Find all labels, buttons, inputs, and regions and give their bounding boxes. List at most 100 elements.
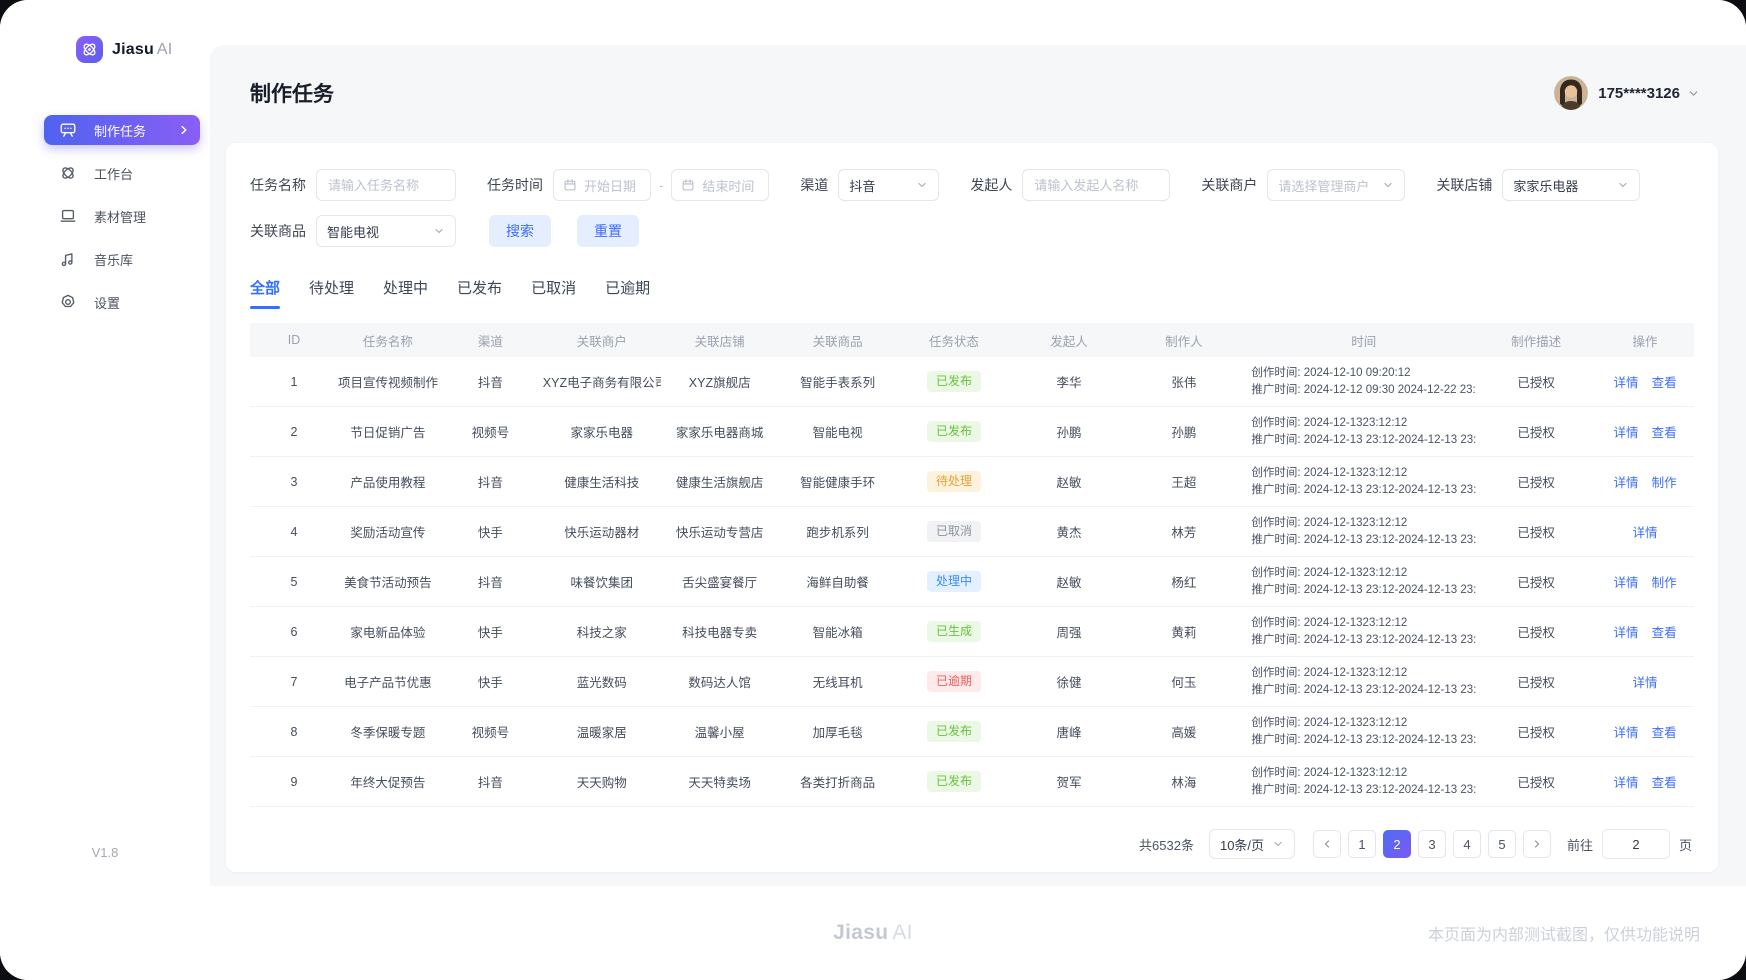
cell-time: 创作时间: 2024-12-1323:12:12推广时间: 2024-12-13… bbox=[1241, 565, 1476, 599]
material-icon bbox=[58, 206, 78, 226]
cell-product: 智能冰箱 bbox=[779, 622, 897, 641]
tab-待处理[interactable]: 待处理 bbox=[309, 277, 354, 309]
cell-name: 奖励活动宣传 bbox=[338, 522, 438, 541]
cell-status: 已发布 bbox=[897, 721, 1012, 743]
column-header: 操作 bbox=[1596, 331, 1694, 350]
product-select[interactable]: 智能电视 bbox=[316, 215, 456, 247]
action-link-查看[interactable]: 查看 bbox=[1652, 776, 1677, 790]
action-link-查看[interactable]: 查看 bbox=[1652, 726, 1677, 740]
action-link-详情[interactable]: 详情 bbox=[1633, 526, 1658, 540]
page-button-2[interactable]: 2 bbox=[1383, 830, 1411, 858]
action-link-详情[interactable]: 详情 bbox=[1614, 576, 1639, 590]
main-row: JiasuAI 制作任务工作台素材管理音乐库设置 V1.8 制作任务 bbox=[0, 0, 1746, 886]
cell-product: 各类打折商品 bbox=[779, 772, 897, 791]
chevron-down-icon bbox=[1272, 838, 1284, 850]
sidebar-item-工作台[interactable]: 工作台 bbox=[44, 158, 200, 188]
cell-maker: 杨红 bbox=[1126, 572, 1241, 591]
cell-time: 创作时间: 2024-12-1323:12:12推广时间: 2024-12-13… bbox=[1241, 415, 1476, 449]
tab-已逾期[interactable]: 已逾期 bbox=[605, 277, 650, 309]
action-link-详情[interactable]: 详情 bbox=[1614, 376, 1639, 390]
action-link-详情[interactable]: 详情 bbox=[1614, 476, 1639, 490]
cell-name: 冬季保暖专题 bbox=[338, 722, 438, 741]
sidebar-item-制作任务[interactable]: 制作任务 bbox=[44, 115, 200, 145]
page-button-1[interactable]: 1 bbox=[1348, 830, 1376, 858]
action-link-制作[interactable]: 制作 bbox=[1652, 576, 1677, 590]
cell-desc: 已授权 bbox=[1476, 472, 1596, 491]
merchant-label: 关联商户 bbox=[1201, 175, 1257, 195]
action-link-查看[interactable]: 查看 bbox=[1652, 626, 1677, 640]
goto-page-input[interactable] bbox=[1602, 829, 1670, 859]
cell-channel: 视频号 bbox=[438, 422, 543, 441]
column-header: 任务名称 bbox=[338, 331, 438, 350]
merchant-select[interactable]: 请选择管理商户 bbox=[1267, 169, 1405, 201]
cell-name: 产品使用教程 bbox=[338, 472, 438, 491]
filter-initiator: 发起人 bbox=[970, 169, 1170, 201]
column-header: 关联店铺 bbox=[661, 331, 779, 350]
status-badge: 已发布 bbox=[927, 721, 981, 743]
action-link-查看[interactable]: 查看 bbox=[1652, 376, 1677, 390]
end-date-picker[interactable]: 结束时间 bbox=[671, 169, 769, 201]
table-row: 7电子产品节优惠快手蓝光数码数码达人馆无线耳机已逾期徐健何玉创作时间: 2024… bbox=[250, 657, 1694, 707]
cell-desc: 已授权 bbox=[1476, 772, 1596, 791]
initiator-input[interactable] bbox=[1022, 169, 1170, 201]
sidebar-item-label: 素材管理 bbox=[94, 207, 146, 226]
column-header: 制作人 bbox=[1126, 331, 1241, 350]
column-header: 关联商品 bbox=[779, 331, 897, 350]
tab-处理中[interactable]: 处理中 bbox=[383, 277, 428, 309]
tab-已取消[interactable]: 已取消 bbox=[531, 277, 576, 309]
cell-init: 贺军 bbox=[1011, 772, 1126, 791]
action-link-详情[interactable]: 详情 bbox=[1614, 776, 1639, 790]
cell-shop: 家家乐电器商城 bbox=[661, 422, 779, 441]
chevron-down-icon bbox=[433, 225, 445, 237]
sidebar-item-label: 设置 bbox=[94, 293, 120, 312]
cell-maker: 林芳 bbox=[1126, 522, 1241, 541]
search-button[interactable]: 搜索 bbox=[489, 215, 551, 247]
cell-id: 1 bbox=[250, 375, 338, 389]
shop-select[interactable]: 家家乐电器 bbox=[1502, 169, 1640, 201]
table-header: ID任务名称渠道关联商户关联店铺关联商品任务状态发起人制作人时间制作描述操作 bbox=[250, 323, 1694, 357]
cell-name: 电子产品节优惠 bbox=[338, 672, 438, 691]
create-time: 创作时间: 2024-12-1323:12:12 bbox=[1251, 465, 1476, 482]
channel-select[interactable]: 抖音 bbox=[838, 169, 939, 201]
cell-id: 6 bbox=[250, 625, 338, 639]
action-link-详情[interactable]: 详情 bbox=[1614, 626, 1639, 640]
page-button-3[interactable]: 3 bbox=[1418, 830, 1446, 858]
filter-task-name: 任务名称 bbox=[250, 169, 456, 201]
cell-init: 黄杰 bbox=[1011, 522, 1126, 541]
action-link-详情[interactable]: 详情 bbox=[1633, 676, 1658, 690]
sidebar-item-音乐库[interactable]: 音乐库 bbox=[44, 244, 200, 274]
promo-time: 推广时间: 2024-12-13 23:12-2024-12-13 23:12 bbox=[1251, 682, 1476, 699]
sidebar-item-设置[interactable]: 设置 bbox=[44, 287, 200, 317]
prev-page-button[interactable] bbox=[1313, 830, 1341, 858]
cell-time: 创作时间: 2024-12-1323:12:12推广时间: 2024-12-13… bbox=[1241, 615, 1476, 649]
reset-button[interactable]: 重置 bbox=[577, 215, 639, 247]
cell-merchant: 科技之家 bbox=[543, 622, 661, 641]
cell-actions: 详情查看 bbox=[1596, 372, 1694, 391]
sidebar-menu: 制作任务工作台素材管理音乐库设置 bbox=[0, 115, 210, 317]
promo-time: 推广时间: 2024-12-13 23:12-2024-12-13 23:12 bbox=[1251, 532, 1476, 549]
user-menu[interactable]: 175****3126 bbox=[1554, 76, 1700, 110]
cell-id: 3 bbox=[250, 475, 338, 489]
page-button-5[interactable]: 5 bbox=[1488, 830, 1516, 858]
calendar-icon bbox=[563, 178, 577, 192]
action-link-查看[interactable]: 查看 bbox=[1652, 426, 1677, 440]
create-time: 创作时间: 2024-12-1323:12:12 bbox=[1251, 715, 1476, 732]
start-date-picker[interactable]: 开始日期 bbox=[553, 169, 651, 201]
product-label: 关联商品 bbox=[250, 221, 306, 241]
chevron-down-icon bbox=[1617, 179, 1629, 191]
page-size-select[interactable]: 10条/页 bbox=[1209, 829, 1295, 859]
sidebar-item-素材管理[interactable]: 素材管理 bbox=[44, 201, 200, 231]
next-page-button[interactable] bbox=[1523, 830, 1551, 858]
action-link-详情[interactable]: 详情 bbox=[1614, 726, 1639, 740]
page-buttons: 12345 bbox=[1348, 830, 1523, 858]
tab-已发布[interactable]: 已发布 bbox=[457, 277, 502, 309]
action-link-制作[interactable]: 制作 bbox=[1652, 476, 1677, 490]
tab-全部[interactable]: 全部 bbox=[250, 277, 280, 309]
initiator-label: 发起人 bbox=[970, 175, 1012, 195]
page-button-4[interactable]: 4 bbox=[1453, 830, 1481, 858]
cell-actions: 详情 bbox=[1596, 522, 1694, 541]
sidebar-item-label: 工作台 bbox=[94, 164, 133, 183]
action-link-详情[interactable]: 详情 bbox=[1614, 426, 1639, 440]
cell-desc: 已授权 bbox=[1476, 522, 1596, 541]
task-name-input[interactable] bbox=[316, 169, 456, 201]
